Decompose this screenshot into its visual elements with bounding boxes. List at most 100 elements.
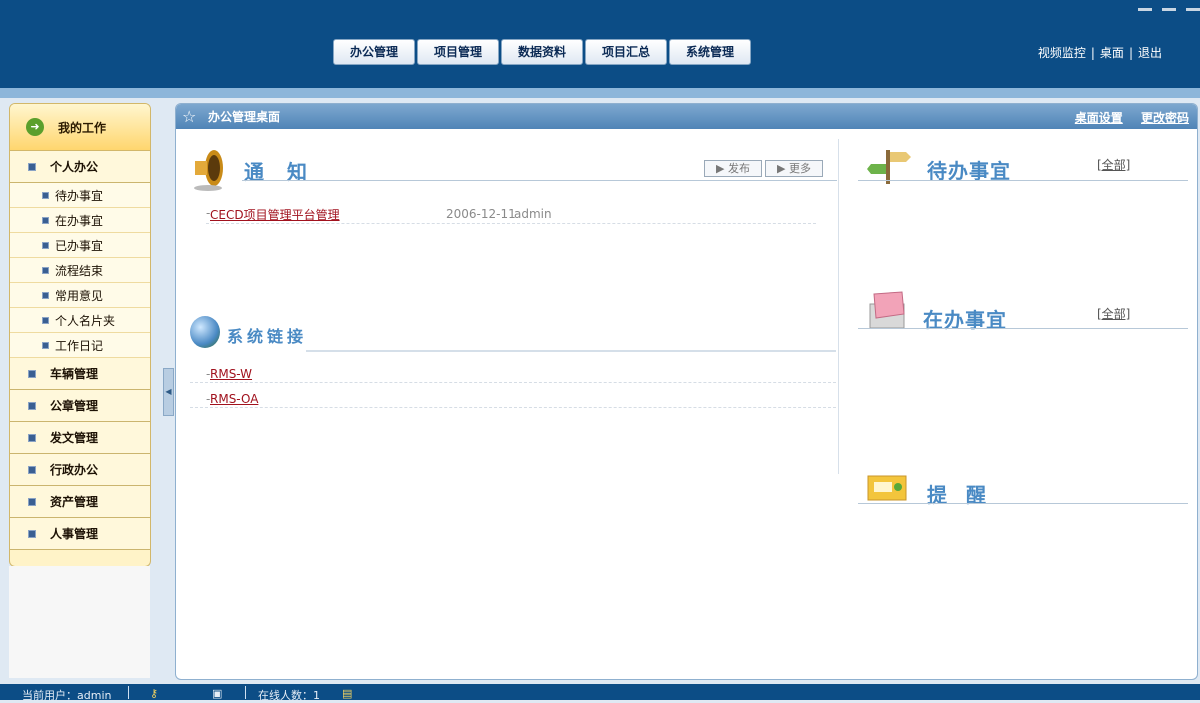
sidebar-group-label: 人事管理: [50, 527, 99, 541]
sidebar-group-personal-office[interactable]: 个人办公: [10, 151, 150, 183]
sidebar-item-label: 已办事宜: [55, 238, 104, 253]
bullet-icon: [42, 291, 49, 299]
notice-item-date: 2006-12-11: [446, 207, 516, 221]
status-bar: 当前用户：admin ⚷ ▣ 在线人数：1 ▤: [0, 684, 1200, 702]
more-button[interactable]: ▶ 更多: [765, 160, 823, 177]
sidebar-group-label: 资产管理: [50, 495, 99, 509]
link-video-monitor[interactable]: 视频监控: [1038, 46, 1086, 60]
titlebar-links: 桌面设置 更改密码: [1061, 109, 1189, 126]
bullet-icon: [42, 241, 49, 249]
system-links-divider: [306, 350, 836, 352]
column-divider: [838, 139, 839, 474]
reminder-divider: [858, 503, 1188, 504]
sidebar-group-hr[interactable]: 人事管理: [10, 518, 150, 550]
maximize-icon[interactable]: [1162, 8, 1177, 11]
sidebar-item-label: 工作日记: [55, 338, 104, 353]
bullet-icon: [28, 465, 36, 474]
nav-project-management[interactable]: 项目管理: [417, 39, 499, 65]
todo-all-link[interactable]: [全部]: [1097, 156, 1130, 173]
desktop-settings-link[interactable]: 桌面设置: [1075, 111, 1123, 125]
nav-data-materials[interactable]: 数据资料: [501, 39, 583, 65]
bullet-icon: [28, 433, 36, 442]
top-right-links: 视频监控 | 桌面 | 退出: [1038, 44, 1162, 61]
nav-project-summary[interactable]: 项目汇总: [585, 39, 667, 65]
sidebar-item-flow-ended[interactable]: 流程结束: [10, 258, 150, 283]
users-icon[interactable]: ▤: [342, 687, 352, 700]
link-desktop[interactable]: 桌面: [1100, 46, 1124, 60]
row-divider: [190, 382, 836, 383]
row-divider: [206, 223, 816, 224]
sidebar-group-label: 公章管理: [50, 399, 99, 413]
current-user: 当前用户：admin: [22, 689, 112, 702]
lock-icon[interactable]: ▣: [212, 687, 222, 700]
sidebar-item-label: 个人名片夹: [55, 313, 116, 328]
bullet-icon: [42, 341, 49, 349]
link-logout[interactable]: 退出: [1138, 46, 1162, 60]
system-links-title: 系统链接: [227, 327, 308, 346]
sidebar-group-label: 个人办公: [50, 160, 99, 174]
close-icon[interactable]: [1186, 8, 1200, 11]
bullet-icon: [28, 529, 36, 538]
bullet-icon: [42, 216, 49, 224]
sidebar-group-label: 行政办公: [50, 463, 99, 477]
more-label: 更多: [788, 162, 811, 175]
sidebar-item-business-cards[interactable]: 个人名片夹: [10, 308, 150, 333]
change-password-link[interactable]: 更改密码: [1141, 111, 1189, 125]
sidebar-item-done[interactable]: 已办事宜: [10, 233, 150, 258]
main-titlebar: ☆ 办公管理桌面 桌面设置 更改密码: [176, 104, 1197, 129]
sidebar-group-label: 车辆管理: [50, 367, 99, 381]
collapse-sidebar-handle[interactable]: ◀: [163, 368, 174, 416]
sidebar-group-assets[interactable]: 资产管理: [10, 486, 150, 518]
minimize-icon[interactable]: [1138, 8, 1153, 11]
bullet-icon: [28, 401, 36, 410]
speaker-icon: [194, 150, 223, 191]
sidebar-header[interactable]: ➜ 我的工作: [10, 104, 150, 151]
header-divider: [0, 88, 1200, 98]
publish-label: 发布: [727, 162, 750, 175]
separator: |: [1128, 46, 1133, 60]
main-panel: ☆ 办公管理桌面 桌面设置 更改密码 通 知 ▶ 发布 ▶ 更多 - CECD项…: [175, 103, 1198, 680]
sidebar-item-label: 待办事宜: [55, 188, 104, 203]
notice-divider: [242, 180, 837, 181]
star-icon: ☆: [182, 107, 197, 126]
page-title: 办公管理桌面: [208, 110, 281, 124]
sidebar-blank-area: [9, 566, 150, 678]
todo-divider: [858, 180, 1188, 181]
bullet-icon: [42, 191, 49, 199]
sidebar-item-inprogress[interactable]: 在办事宜: [10, 208, 150, 233]
arrow-circle-icon: ➜: [26, 118, 44, 136]
sidebar-item-label: 在办事宜: [55, 213, 104, 228]
sidebar-item-label: 常用意见: [55, 288, 104, 303]
bullet-icon: [42, 266, 49, 274]
online-count: 在线人数：1: [258, 689, 320, 702]
separator: [245, 686, 246, 699]
sidebar-group-administration[interactable]: 行政办公: [10, 454, 150, 486]
mail-icon: [869, 291, 905, 329]
sidebar-item-todo[interactable]: 待办事宜: [10, 183, 150, 208]
sidebar: ➜ 我的工作 个人办公 待办事宜 在办事宜 已办事宜 流程结束 常用意见 个人名…: [9, 103, 151, 567]
system-link-rms-oa[interactable]: RMS-OA: [210, 392, 258, 406]
bullet-icon: [28, 369, 36, 378]
globe-search-icon: [190, 316, 220, 348]
notice-item-link[interactable]: CECD项目管理平台管理: [210, 206, 340, 223]
sidebar-item-work-diary[interactable]: 工作日记: [10, 333, 150, 358]
sidebar-item-common-opinions[interactable]: 常用意见: [10, 283, 150, 308]
sidebar-group-seal[interactable]: 公章管理: [10, 390, 150, 422]
sidebar-group-vehicle[interactable]: 车辆管理: [10, 358, 150, 390]
key-icon[interactable]: ⚷: [150, 687, 158, 700]
separator: [128, 686, 129, 699]
sidebar-group-documents[interactable]: 发文管理: [10, 422, 150, 454]
top-navigation: 办公管理 项目管理 数据资料 项目汇总 系统管理: [333, 39, 753, 65]
nav-system-management[interactable]: 系统管理: [669, 39, 751, 65]
row-divider: [190, 407, 836, 408]
note-icon: [867, 475, 907, 501]
publish-button[interactable]: ▶ 发布: [704, 160, 762, 177]
window-controls: [1132, 0, 1200, 14]
system-link-rms-w[interactable]: RMS-W: [210, 367, 252, 381]
inprogress-divider: [858, 328, 1188, 329]
nav-office-management[interactable]: 办公管理: [333, 39, 415, 65]
top-header: 办公管理 项目管理 数据资料 项目汇总 系统管理 视频监控 | 桌面 | 退出: [0, 0, 1200, 90]
bullet-icon: [28, 497, 36, 506]
inprogress-all-link[interactable]: [全部]: [1097, 305, 1130, 322]
bullet-icon: [42, 316, 49, 324]
